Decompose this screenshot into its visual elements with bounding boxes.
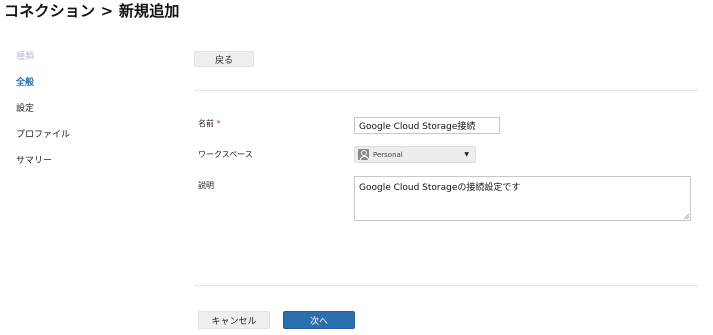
workspace-select[interactable]: Personal ▼: [354, 146, 476, 163]
description-field-label: 説明: [198, 181, 214, 190]
description-text: Google Cloud Storageの接続設定です: [359, 183, 521, 193]
bottom-divider: [194, 285, 698, 286]
workspace-select-value: Personal: [373, 150, 403, 159]
next-button[interactable]: 次へ: [283, 311, 355, 329]
name-input[interactable]: Google Cloud Storage接続: [354, 117, 500, 134]
cancel-button[interactable]: キャンセル: [198, 311, 270, 329]
description-textarea[interactable]: Google Cloud Storageの接続設定です: [354, 176, 691, 221]
top-divider: [194, 90, 698, 91]
resize-grip-icon[interactable]: [683, 213, 689, 219]
sidebar-item-general[interactable]: 全般: [16, 78, 70, 104]
sidebar-nav: 種類 全般 設定 プロファイル サマリー: [16, 52, 70, 182]
sidebar-item-profile[interactable]: プロファイル: [16, 130, 70, 156]
sidebar-item-type[interactable]: 種類: [16, 52, 70, 78]
workspace-field-label: ワークスペース: [198, 150, 253, 159]
caret-down-icon: ▼: [464, 151, 469, 158]
sidebar-item-settings[interactable]: 設定: [16, 104, 70, 130]
required-mark: *: [216, 119, 221, 128]
back-button[interactable]: 戻る: [194, 51, 254, 67]
name-label-text: 名前: [198, 119, 214, 128]
sidebar-item-summary[interactable]: サマリー: [16, 156, 70, 182]
user-icon: [358, 149, 369, 160]
page-title: コネクション > 新規追加: [4, 2, 180, 20]
name-field-label: 名前 *: [198, 118, 221, 129]
